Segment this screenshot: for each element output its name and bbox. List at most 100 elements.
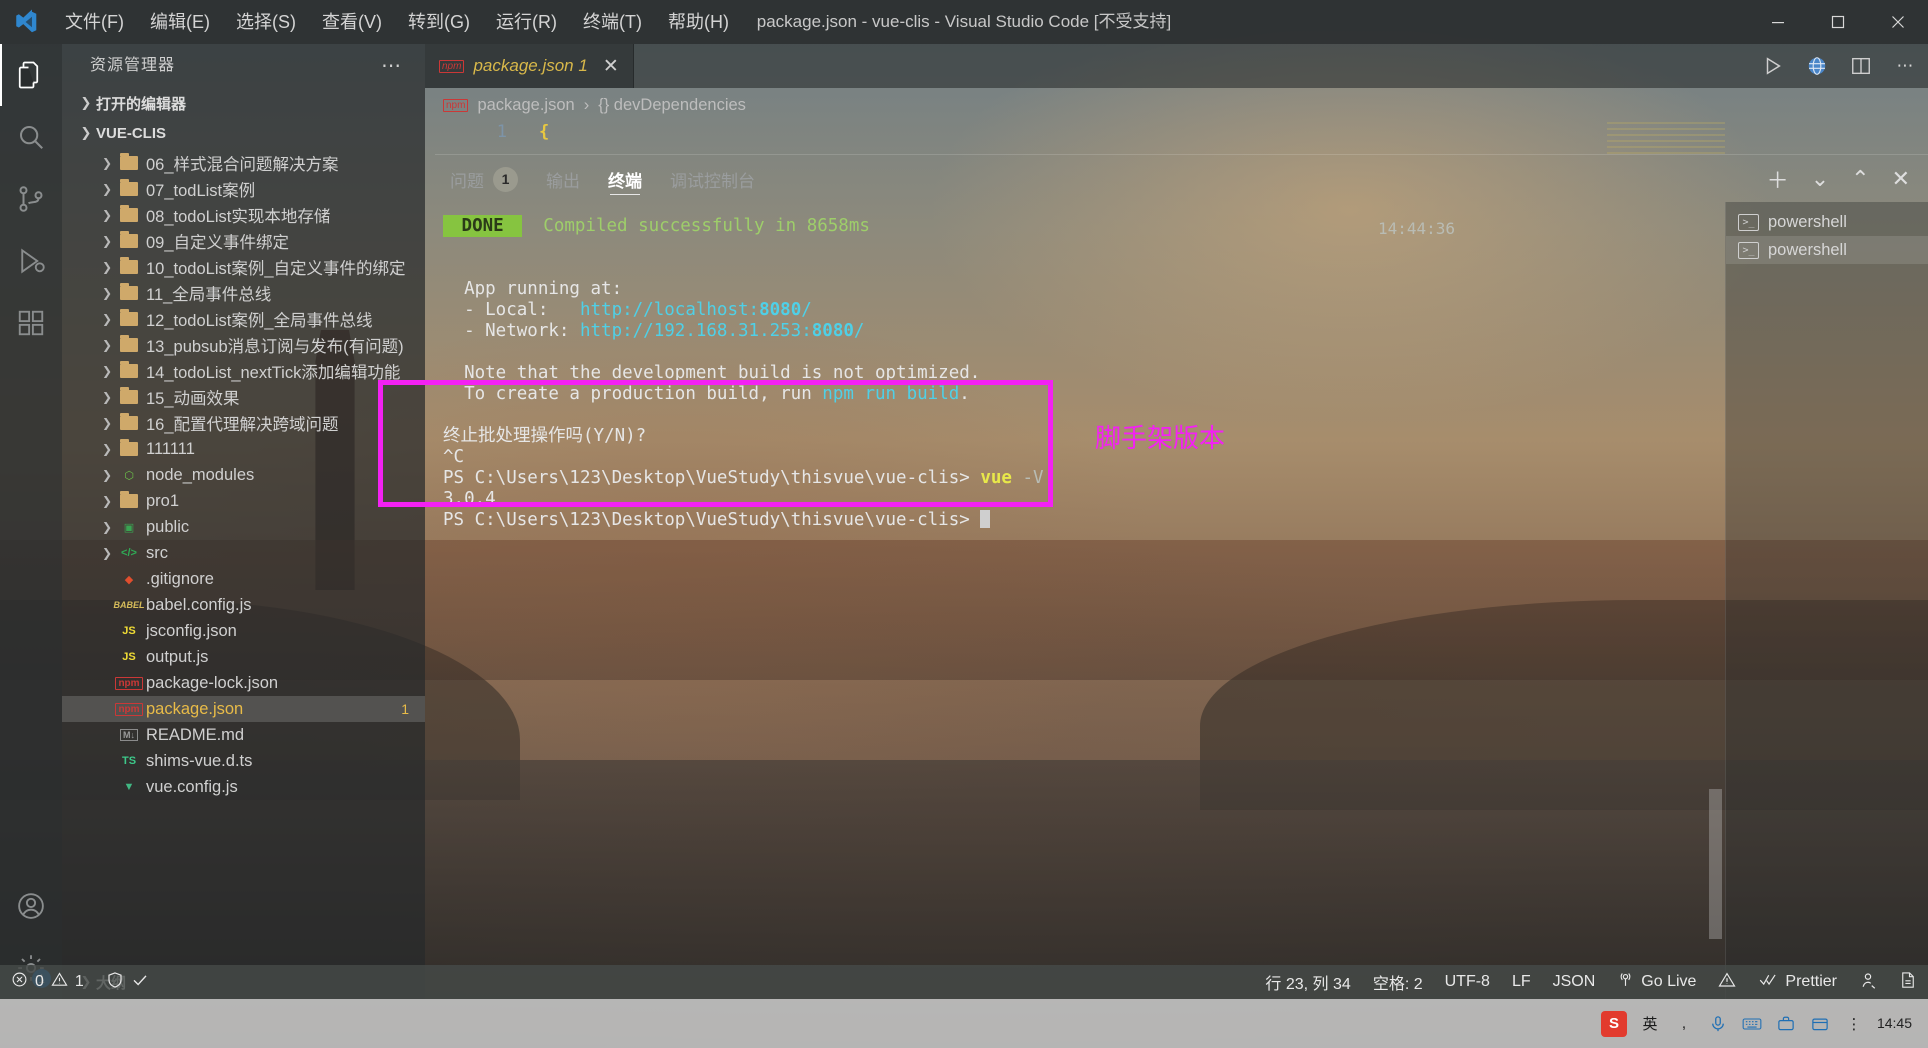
activitybar-run-debug-icon[interactable]	[0, 230, 62, 292]
menu-help[interactable]: 帮助(H)	[655, 0, 742, 44]
menu-terminal[interactable]: 终端(T)	[570, 0, 655, 44]
status-problems[interactable]: 0 1	[0, 965, 95, 999]
minimize-button[interactable]	[1748, 0, 1808, 44]
menu-view[interactable]: 查看(V)	[309, 0, 395, 44]
browser-preview-icon[interactable]	[1804, 53, 1830, 79]
tree-item[interactable]: ❯ pro1	[62, 488, 425, 514]
status-language-mode[interactable]: JSON	[1542, 965, 1607, 999]
tree-item[interactable]: ❯ 09_自定义事件绑定	[62, 228, 425, 254]
menu-run[interactable]: 运行(R)	[483, 0, 570, 44]
section-open-editors[interactable]: ❯ 打开的编辑器	[62, 88, 425, 118]
tree-item[interactable]: JS jsconfig.json	[62, 618, 425, 644]
tree-item[interactable]: ❯ 12_todoList案例_全局事件总线	[62, 306, 425, 332]
tree-item[interactable]: BABEL babel.config.js	[62, 592, 425, 618]
ime-voice-icon[interactable]	[1707, 1013, 1729, 1035]
status-feedback[interactable]	[1848, 965, 1888, 999]
close-button[interactable]	[1868, 0, 1928, 44]
close-icon[interactable]: ✕	[597, 55, 619, 78]
ime-keyboard-icon[interactable]	[1741, 1013, 1763, 1035]
activitybar-explorer-icon[interactable]	[0, 44, 62, 106]
chevron-right-icon[interactable]: ❯	[98, 234, 116, 248]
activitybar-search-icon[interactable]	[0, 106, 62, 168]
tree-item[interactable]: ▼ vue.config.js	[62, 774, 425, 800]
chevron-right-icon[interactable]: ❯	[98, 546, 116, 560]
activitybar-extensions-icon[interactable]	[0, 292, 62, 354]
status-notebook[interactable]	[1888, 965, 1928, 999]
chevron-right-icon[interactable]: ❯	[98, 416, 116, 430]
chevron-right-icon[interactable]: ❯	[98, 260, 116, 274]
activitybar-account-icon[interactable]	[0, 875, 62, 937]
tree-item[interactable]: ◆ .gitignore	[62, 566, 425, 592]
status-indentation[interactable]: 空格: 2	[1362, 965, 1434, 999]
tree-item[interactable]: ❯ 06_样式混合问题解决方案	[62, 150, 425, 176]
status-workspace-trust[interactable]	[95, 965, 160, 999]
tree-item[interactable]: npm package.json 1	[62, 696, 425, 722]
tree-item[interactable]: ❯ 16_配置代理解决跨域问题	[62, 410, 425, 436]
tree-item[interactable]: ❯ 111111	[62, 436, 425, 462]
tree-item[interactable]: ❯ 15_动画效果	[62, 384, 425, 410]
tree-item[interactable]: ❯ 08_todoList实现本地存储	[62, 202, 425, 228]
close-panel-icon[interactable]: ✕	[1892, 166, 1910, 192]
terminal-output[interactable]: 14:44:36 DONE Compiled successfully in 8…	[425, 202, 1725, 999]
chevron-down-icon[interactable]: ⌄	[1811, 166, 1829, 192]
chevron-right-icon[interactable]: ❯	[98, 312, 116, 326]
status-encoding[interactable]: UTF-8	[1434, 965, 1501, 999]
chevron-right-icon[interactable]: ❯	[98, 338, 116, 352]
chevron-right-icon[interactable]: ❯	[98, 442, 116, 456]
run-icon[interactable]	[1760, 53, 1786, 79]
tree-item[interactable]: M↓ README.md	[62, 722, 425, 748]
split-editor-icon[interactable]	[1848, 53, 1874, 79]
menu-file[interactable]: 文件(F)	[52, 0, 137, 44]
menu-edit[interactable]: 编辑(E)	[137, 0, 223, 44]
chevron-right-icon[interactable]: ❯	[98, 286, 116, 300]
tree-item[interactable]: ❯ 11_全局事件总线	[62, 280, 425, 306]
status-alert[interactable]	[1707, 965, 1747, 999]
tab-terminal[interactable]: 终端	[608, 156, 642, 202]
tree-item[interactable]: npm package-lock.json	[62, 670, 425, 696]
menu-goto[interactable]: 转到(G)	[395, 0, 483, 44]
more-actions-icon[interactable]: ⋯	[381, 44, 425, 88]
section-project-root[interactable]: ❯ VUE-CLIS	[62, 118, 425, 148]
tree-item[interactable]: ❯ 13_pubsub消息订阅与发布(有问题)	[62, 332, 425, 358]
status-go-live[interactable]: Go Live	[1606, 965, 1707, 999]
chevron-right-icon[interactable]: ❯	[98, 390, 116, 404]
breadcrumb-symbol[interactable]: {} devDependencies	[598, 96, 746, 115]
maximize-button[interactable]	[1808, 0, 1868, 44]
chevron-right-icon[interactable]: ❯	[98, 364, 116, 378]
minimap[interactable]	[1607, 122, 1725, 156]
chevron-right-icon[interactable]: ❯	[98, 494, 116, 508]
maximize-panel-icon[interactable]: ⌃	[1851, 166, 1869, 192]
sogou-ime-icon[interactable]: S	[1600, 1010, 1627, 1037]
status-prettier[interactable]: Prettier	[1747, 965, 1848, 999]
ime-menu-icon[interactable]: ⋮	[1843, 1013, 1865, 1035]
tree-item[interactable]: ❯ 10_todoList案例_自定义事件的绑定	[62, 254, 425, 280]
tree-item[interactable]: ❯ ▣ public	[62, 514, 425, 540]
taskbar-clock[interactable]: 14:45	[1877, 1015, 1912, 1031]
ime-skin-icon[interactable]	[1809, 1013, 1831, 1035]
ime-toolbox-icon[interactable]	[1775, 1013, 1797, 1035]
terminal-list-item[interactable]: >_ powershell	[1726, 236, 1928, 264]
chevron-right-icon[interactable]: ❯	[98, 208, 116, 222]
status-eol[interactable]: LF	[1501, 965, 1542, 999]
tree-item[interactable]: JS output.js	[62, 644, 425, 670]
status-cursor-position[interactable]: 行 23, 列 34	[1254, 965, 1361, 999]
tree-item[interactable]: ❯ 14_todoList_nextTick添加编辑功能	[62, 358, 425, 384]
ime-punct-icon[interactable]: ,	[1673, 1013, 1695, 1035]
terminal-list-item[interactable]: >_ powershell	[1726, 208, 1928, 236]
tree-item[interactable]: TS shims-vue.d.ts	[62, 748, 425, 774]
breadcrumb-file[interactable]: package.json	[477, 96, 574, 115]
activitybar-source-control-icon[interactable]	[0, 168, 62, 230]
tree-item[interactable]: ❯ 07_todList案例	[62, 176, 425, 202]
tree-item[interactable]: ❯ </> src	[62, 540, 425, 566]
tab-problems[interactable]: 问题 1	[450, 156, 518, 202]
terminal-scrollbar[interactable]	[1709, 789, 1722, 939]
chevron-right-icon[interactable]: ❯	[98, 520, 116, 534]
chevron-right-icon[interactable]: ❯	[98, 156, 116, 170]
new-terminal-icon[interactable]: ＋	[1767, 163, 1789, 195]
chevron-right-icon[interactable]: ❯	[98, 468, 116, 482]
tab-package-json[interactable]: npm package.json 1 ✕	[425, 44, 634, 88]
more-actions-icon[interactable]: ⋯	[1892, 53, 1918, 79]
tab-output[interactable]: 输出	[546, 156, 580, 202]
tree-item[interactable]: ❯ ⬡ node_modules	[62, 462, 425, 488]
ime-lang-icon[interactable]: 英	[1639, 1013, 1661, 1035]
